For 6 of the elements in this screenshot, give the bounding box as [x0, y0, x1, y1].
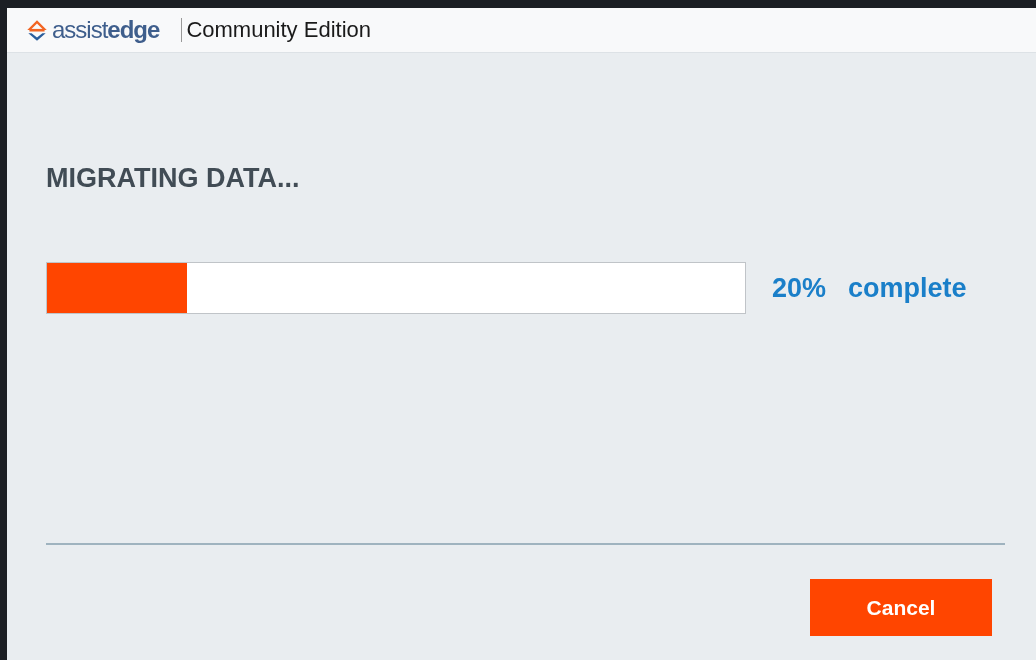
- percent-text: 20%: [772, 272, 827, 304]
- cancel-button[interactable]: Cancel: [810, 579, 992, 636]
- edition-label: Community Edition: [186, 17, 371, 43]
- complete-text: complete: [848, 272, 967, 304]
- status-title: MIGRATING DATA...: [46, 163, 301, 194]
- logo-text: assistedge: [52, 16, 160, 44]
